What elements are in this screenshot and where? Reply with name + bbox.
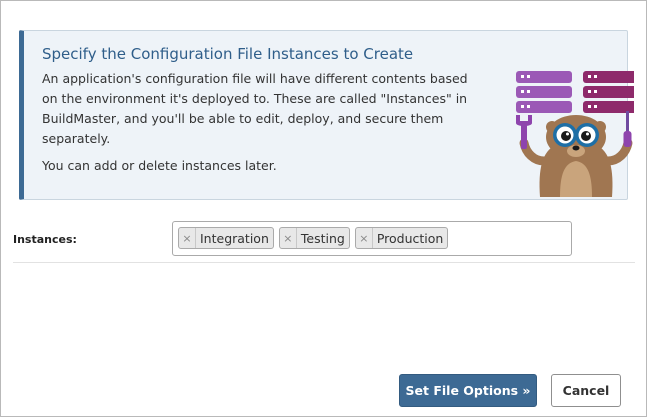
mascot-illustration [516,71,634,197]
instance-tag-label: Production [376,230,444,246]
instance-tag[interactable]: × Testing [278,227,350,249]
set-file-options-button[interactable]: Set File Options » [399,374,537,407]
info-description: An application's configuration file will… [42,69,472,176]
otter-mascot [519,115,633,197]
wrench-icon [516,115,532,149]
info-panel: Specify the Configuration File Instances… [19,30,634,200]
screwdriver-icon [623,111,632,147]
instance-tag-label: Testing [300,230,345,246]
remove-tag-icon[interactable]: × [179,228,196,248]
remove-tag-icon[interactable]: × [280,228,297,248]
instances-tag-list: × Integration × Testing × Production [178,227,449,249]
instance-tag-label: Integration [200,230,269,246]
remove-tag-icon[interactable]: × [356,228,373,248]
instance-tag[interactable]: × Production [354,227,449,249]
instance-tag[interactable]: × Integration [178,227,274,249]
info-paragraph: You can add or delete instances later. [42,158,277,173]
servers-icon [516,71,634,113]
cancel-button[interactable]: Cancel [551,374,621,407]
instances-tag-input[interactable]: × Integration × Testing × Production [172,221,572,256]
info-title: Specify the Configuration File Instances… [42,45,414,63]
info-paragraph: An application's configuration file will… [42,71,468,146]
instances-form-row: Instances: × Integration × Testing × Producti… [13,220,635,263]
dialog-frame: Specify the Configuration File Instances… [0,0,647,417]
instances-label: Instances: [13,233,77,246]
